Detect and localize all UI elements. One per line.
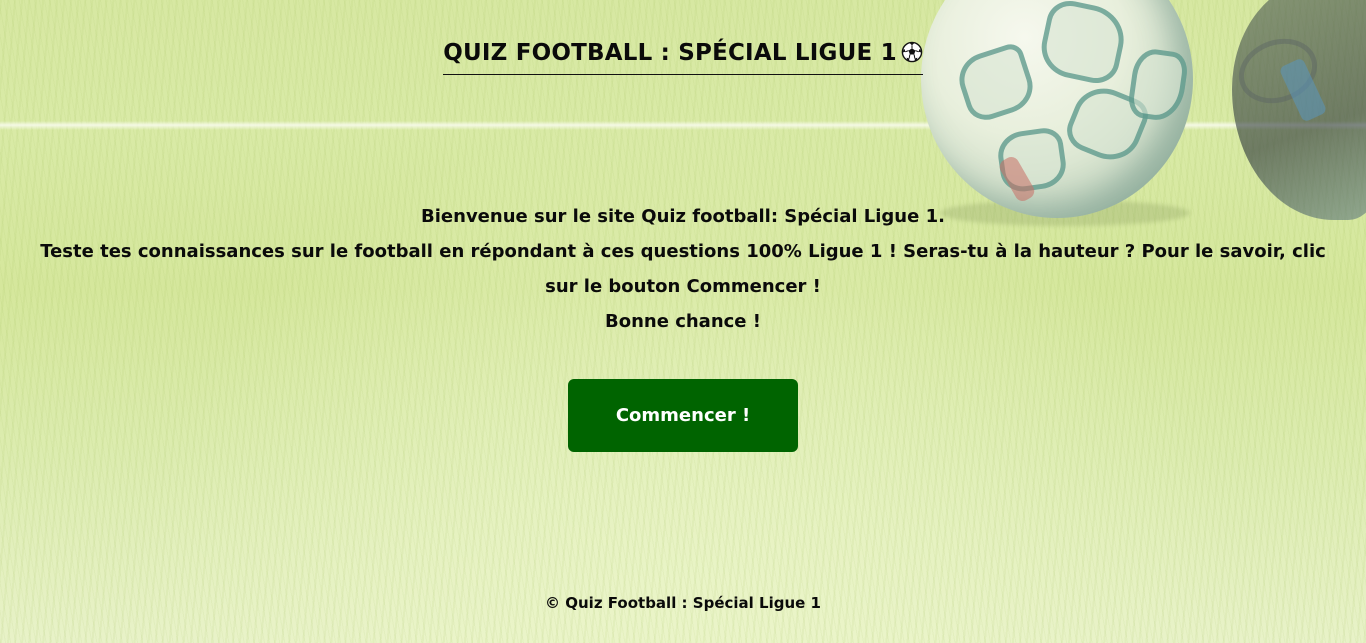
welcome-line: Bienvenue sur le site Quiz football: Spé… — [421, 206, 945, 227]
page-title-text: QUIZ FOOTBALL : SPÉCIAL LIGUE 1 — [443, 40, 897, 66]
footer-copyright: © Quiz Football : Spécial Ligue 1 — [545, 594, 821, 612]
instructions-line: Teste tes connaissances sur le football … — [40, 241, 1326, 297]
page-title-underline: QUIZ FOOTBALL : SPÉCIAL LIGUE 1 — [443, 40, 923, 75]
start-button[interactable]: Commencer ! — [568, 379, 798, 452]
page-title: QUIZ FOOTBALL : SPÉCIAL LIGUE 1 — [0, 30, 1366, 75]
intro-text: Bienvenue sur le site Quiz football: Spé… — [30, 199, 1336, 339]
soccer-ball-icon — [901, 41, 923, 69]
good-luck-line: Bonne chance ! — [605, 311, 761, 332]
